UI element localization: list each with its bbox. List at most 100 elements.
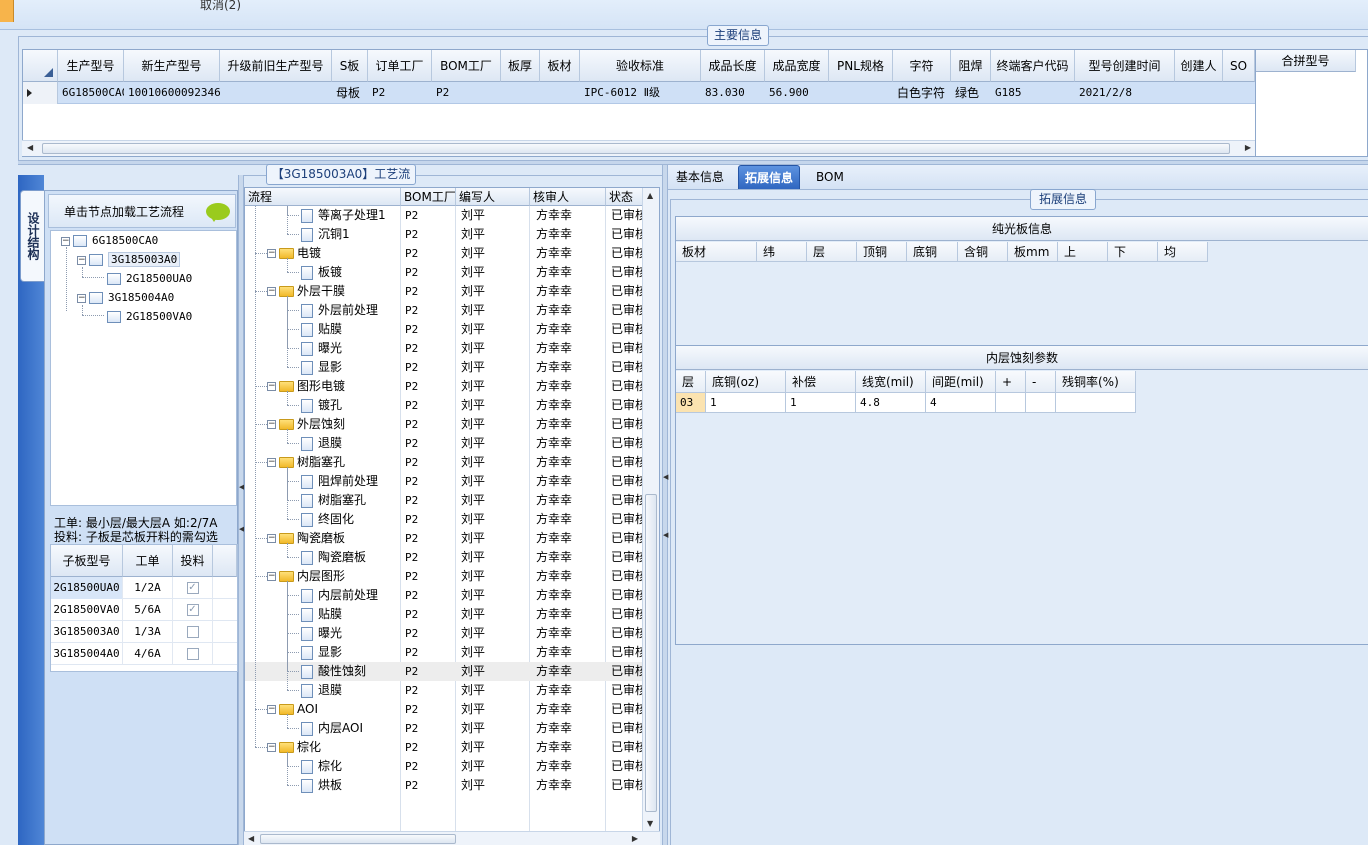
cell-process[interactable]: 终固化 — [301, 510, 399, 529]
cell-status[interactable]: 已审核 — [611, 529, 645, 548]
flow-row[interactable]: 镀孔 P2 刘平 方幸幸 已审核 — [245, 396, 645, 415]
cell-process[interactable]: 板镀 — [301, 263, 399, 282]
cell-process[interactable]: 棕化 — [301, 757, 399, 776]
flow-row[interactable]: 酸性蚀刻 P2 刘平 方幸幸 已审核 — [245, 662, 645, 681]
cell-status[interactable]: 已审核 — [611, 339, 645, 358]
cell-layer[interactable]: 03 — [676, 393, 706, 413]
col-header-new-model[interactable]: 新生产型号 — [124, 50, 220, 82]
tab-bom[interactable]: BOM — [810, 165, 850, 189]
scroll-right-arrow-icon[interactable]: ▶ — [632, 834, 638, 843]
tree-node-3G185003A0[interactable]: −3G185003A0 — [77, 252, 181, 270]
cell-reviewer[interactable]: 方幸幸 — [536, 472, 604, 491]
cell-status[interactable]: 已审核 — [611, 320, 645, 339]
cell-customer-code[interactable]: G185 — [991, 82, 1075, 104]
col-header-old-model[interactable]: 升级前旧生产型号 — [220, 50, 332, 82]
cell-bom-factory[interactable]: P2 — [405, 358, 455, 377]
table-row[interactable]: 2G18500VA0 5/6A ✓ — [51, 599, 237, 621]
col-header-compensation[interactable]: 补偿 — [786, 371, 856, 393]
feed-checkbox[interactable]: ✓ — [186, 582, 199, 594]
scroll-left-arrow-icon[interactable]: ◀ — [248, 834, 254, 843]
flow-row[interactable]: 退膜 P2 刘平 方幸幸 已审核 — [245, 681, 645, 700]
col-header-customer-code[interactable]: 终端客户代码 — [991, 50, 1075, 82]
cell-process[interactable]: 酸性蚀刻 — [301, 662, 399, 681]
cell-status[interactable]: 已审核 — [611, 377, 645, 396]
cell-bom-factory[interactable]: P2 — [405, 643, 455, 662]
cell-writer[interactable]: 刘平 — [461, 206, 529, 225]
cell-bom-factory[interactable]: P2 — [405, 453, 455, 472]
cell-writer[interactable]: 刘平 — [461, 263, 529, 282]
scroll-right-arrow-icon[interactable]: ▶ — [1245, 143, 1251, 152]
cell-writer[interactable]: 刘平 — [461, 662, 529, 681]
col-header-reviewer[interactable]: 核审人 — [530, 188, 606, 206]
cell-order-factory[interactable]: P2 — [368, 82, 432, 104]
col-header-minus[interactable]: - — [1026, 371, 1056, 393]
main-grid-horizontal-scrollbar[interactable]: ◀ ▶ — [22, 140, 1256, 156]
cell-plus[interactable] — [996, 393, 1026, 413]
col-header-material[interactable]: 板材 — [540, 50, 580, 82]
cell-sub-model[interactable]: 3G185004A0 — [51, 643, 123, 665]
cell-process[interactable]: 贴膜 — [301, 320, 399, 339]
col-header-order[interactable]: 工单 — [123, 545, 173, 577]
col-header-material[interactable]: 板材 — [676, 242, 757, 262]
collapse-icon[interactable]: − — [267, 458, 276, 467]
cell-status[interactable]: 已审核 — [611, 681, 645, 700]
flow-row[interactable]: 棕化 P2 刘平 方幸幸 已审核 — [245, 757, 645, 776]
cell-bom-factory[interactable]: P2 — [405, 681, 455, 700]
col-header-line-width[interactable]: 线宽(mil) — [856, 371, 926, 393]
scroll-left-arrow-icon[interactable]: ◀ — [27, 143, 33, 152]
cell-writer[interactable]: 刘平 — [461, 358, 529, 377]
cell-process[interactable]: 沉铜1 — [301, 225, 399, 244]
cell-reviewer[interactable]: 方幸幸 — [536, 377, 604, 396]
cell-process[interactable]: 等离子处理1 — [301, 206, 399, 225]
cell-feed[interactable] — [173, 643, 213, 665]
flow-row[interactable]: − 电镀 P2 刘平 方幸幸 已审核 — [245, 244, 645, 263]
cell-bom-factory[interactable]: P2 — [405, 586, 455, 605]
table-row[interactable]: 3G185003A0 1/3A — [51, 621, 237, 643]
cell-writer[interactable]: 刘平 — [461, 529, 529, 548]
cell-bom-factory[interactable]: P2 — [405, 662, 455, 681]
cell-writer[interactable]: 刘平 — [461, 491, 529, 510]
cell-reviewer[interactable]: 方幸幸 — [536, 225, 604, 244]
scroll-up-arrow-icon[interactable]: ▲ — [647, 191, 653, 200]
table-row[interactable]: 3G185004A0 4/6A — [51, 643, 237, 665]
col-header-width[interactable]: 成品宽度 — [765, 50, 829, 82]
collapse-icon[interactable]: − — [267, 287, 276, 296]
cell-bom-factory[interactable]: P2 — [405, 225, 455, 244]
col-header-bottom-copper[interactable]: 底铜 — [907, 242, 958, 262]
cell-writer[interactable]: 刘平 — [461, 776, 529, 795]
cell-status[interactable]: 已审核 — [611, 358, 645, 377]
cell-bom-factory[interactable]: P2 — [405, 206, 455, 225]
flow-row[interactable]: − 外层蚀刻 P2 刘平 方幸幸 已审核 — [245, 415, 645, 434]
col-header-model[interactable]: 生产型号 — [58, 50, 124, 82]
cell-status[interactable]: 已审核 — [611, 662, 645, 681]
cell-reviewer[interactable]: 方幸幸 — [536, 244, 604, 263]
cell-bom-factory[interactable]: P2 — [405, 472, 455, 491]
cell-model[interactable]: 6G18500CA0 — [58, 82, 124, 104]
cell-writer[interactable]: 刘平 — [461, 282, 529, 301]
cell-created[interactable]: 2021/2/8 — [1075, 82, 1175, 104]
flow-row[interactable]: 外层前处理 P2 刘平 方幸幸 已审核 — [245, 301, 645, 320]
col-header-writer[interactable]: 编写人 — [456, 188, 530, 206]
col-header-layer[interactable]: 层 — [807, 242, 857, 262]
cell-status[interactable]: 已审核 — [611, 510, 645, 529]
cell-writer[interactable]: 刘平 — [461, 719, 529, 738]
flow-row[interactable]: − 棕化 P2 刘平 方幸幸 已审核 — [245, 738, 645, 757]
col-header-standard[interactable]: 验收标准 — [580, 50, 701, 82]
cell-bom-factory[interactable]: P2 — [405, 529, 455, 548]
cell-reviewer[interactable]: 方幸幸 — [536, 776, 604, 795]
cell-writer[interactable]: 刘平 — [461, 225, 529, 244]
cell-feed[interactable]: ✓ — [173, 577, 213, 599]
cell-creator[interactable] — [1175, 82, 1223, 104]
collapse-icon[interactable]: − — [267, 249, 276, 258]
cell-bom-factory[interactable]: P2 — [405, 738, 455, 757]
cell-status[interactable]: 已审核 — [611, 567, 645, 586]
cell-writer[interactable]: 刘平 — [461, 738, 529, 757]
flow-row[interactable]: − 外层干膜 P2 刘平 方幸幸 已审核 — [245, 282, 645, 301]
cell-bom-factory[interactable]: P2 — [405, 510, 455, 529]
cell-order[interactable]: 5/6A — [123, 599, 173, 621]
cell-status[interactable]: 已审核 — [611, 301, 645, 320]
cell-status[interactable]: 已审核 — [611, 776, 645, 795]
tree-node-6G18500CA0[interactable]: −6G18500CA0 — [61, 233, 158, 251]
collapse-icon[interactable]: − — [267, 705, 276, 714]
process-flow-vertical-scrollbar[interactable]: ▲ ▼ — [642, 188, 659, 831]
